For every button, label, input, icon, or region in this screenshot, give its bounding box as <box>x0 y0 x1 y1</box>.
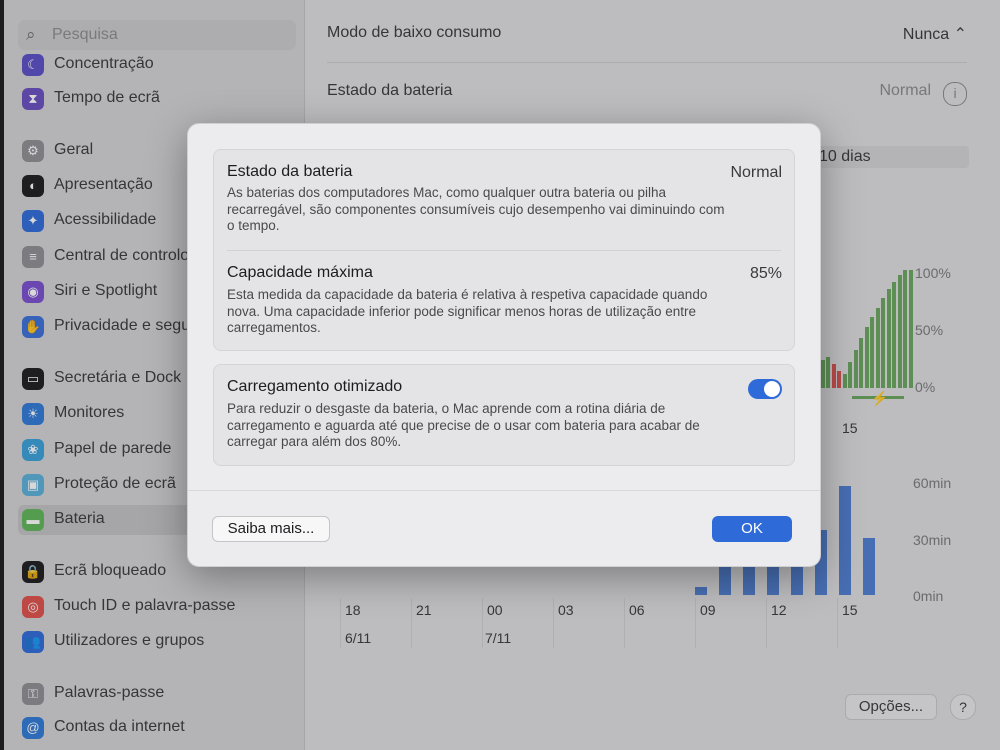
optimized-charging-description: Para reduzir o desgaste da bateria, o Ma… <box>227 401 700 449</box>
toggle-knob <box>764 381 780 397</box>
max-capacity-value: 85% <box>749 265 782 282</box>
battery-state-title: Estado da bateria <box>227 163 353 180</box>
divider <box>227 250 781 251</box>
dialog-footer-divider <box>188 490 820 491</box>
learn-more-button[interactable]: Saiba mais... <box>212 516 330 542</box>
battery-state-description: As baterias dos computadores Mac, como q… <box>227 185 725 233</box>
optimized-charging-title: Carregamento otimizado <box>227 378 403 395</box>
battery-health-dialog: Estado da bateria Normal As baterias dos… <box>187 123 821 567</box>
screen: ⌕ Pesquisa ☾ Concentração ⧗ Tempo de ecrã ⚙ G… <box>0 0 1000 750</box>
ok-button[interactable]: OK <box>712 516 792 542</box>
optimized-charging-toggle[interactable] <box>748 379 782 399</box>
optimized-charging-card: Carregamento otimizado Para reduzir o de… <box>213 364 795 466</box>
max-capacity-description: Esta medida da capacidade da bateria é r… <box>227 287 708 335</box>
battery-state-value: Normal <box>730 164 782 181</box>
battery-info-card: Estado da bateria Normal As baterias dos… <box>213 149 795 351</box>
max-capacity-title: Capacidade máxima <box>227 264 373 281</box>
